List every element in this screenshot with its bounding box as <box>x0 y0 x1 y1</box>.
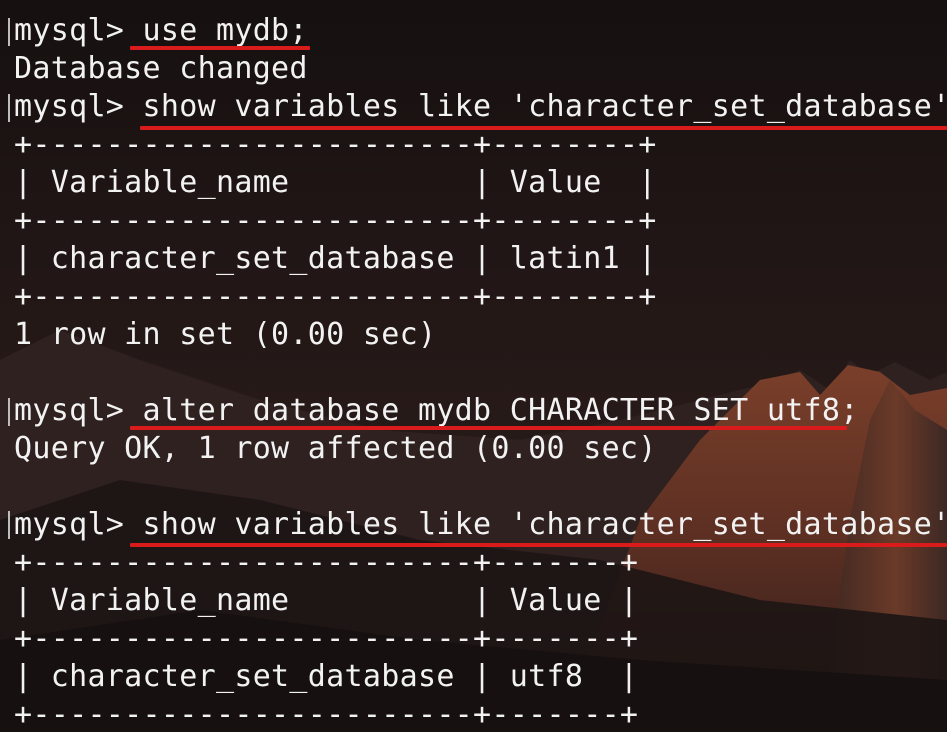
table-border: +------------------------+-------+ <box>14 697 639 732</box>
annotation-underline <box>130 46 310 50</box>
prompt-line: mysql> show variables like 'character_se… <box>14 89 947 124</box>
annotation-underline <box>140 126 947 130</box>
table-border: +------------------------+-------+ <box>14 545 639 580</box>
annotation-underline <box>130 426 847 430</box>
annotation-underline <box>130 543 947 547</box>
output-line: Query OK, 1 row affected (0.00 sec) <box>14 431 657 466</box>
prompt-line: mysql> alter database mydb CHARACTER SET… <box>14 393 859 428</box>
table-border: +------------------------+--------+ <box>14 127 657 162</box>
terminal-window[interactable]: mysql> use mydb; Database changed mysql>… <box>0 0 947 732</box>
table-header-row: | Variable_name | Value | <box>14 165 657 200</box>
table-border: +------------------------+--------+ <box>14 279 657 314</box>
table-border: +------------------------+-------+ <box>14 621 639 656</box>
cursor-bar <box>8 18 10 46</box>
cursor-bar <box>8 511 10 539</box>
table-header-row: | Variable_name | Value | <box>14 583 639 618</box>
prompt-line: mysql> use mydb; <box>14 13 308 48</box>
output-line: 1 row in set (0.00 sec) <box>14 317 437 352</box>
prompt-line: mysql> show variables like 'character_se… <box>14 507 947 542</box>
cursor-bar <box>8 94 10 122</box>
output-line: Database changed <box>14 51 308 86</box>
cursor-bar <box>8 398 10 426</box>
table-row: | character_set_database | latin1 | <box>14 241 657 276</box>
table-border: +------------------------+--------+ <box>14 203 657 238</box>
table-row: | character_set_database | utf8 | <box>14 659 639 694</box>
